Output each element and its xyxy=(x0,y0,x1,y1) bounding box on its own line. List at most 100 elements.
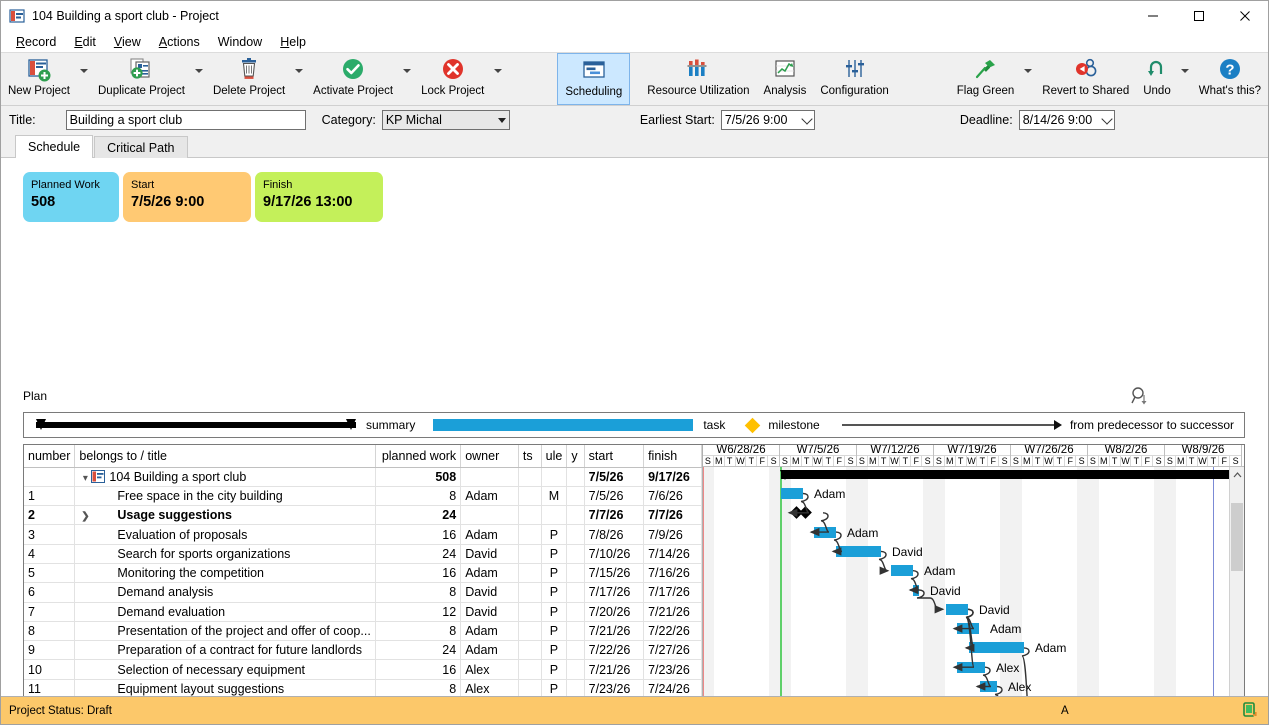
table-row[interactable]: 6Demand analysis8DavidP7/17/267/17/26 xyxy=(24,583,702,602)
lock-project-dropdown[interactable] xyxy=(491,53,505,105)
table-row[interactable]: 11Equipment layout suggestions8AlexP7/23… xyxy=(24,679,702,696)
menu-item-edit[interactable]: Edit xyxy=(65,33,105,51)
col-number[interactable]: number xyxy=(24,445,75,467)
cell-start: 7/7/26 xyxy=(584,506,643,525)
tab-critical-path[interactable]: Critical Path xyxy=(94,136,187,158)
gantt-week-column: W6/28/26SMTWTFS xyxy=(703,445,780,466)
col-status[interactable]: ts xyxy=(518,445,541,467)
kpi-finish-title: Finish xyxy=(263,179,375,192)
gantt-bars-area[interactable]: AdamAdamDavidAdamDavidDavidAdamAdamAlexA… xyxy=(703,467,1229,696)
duplicate-project-dropdown[interactable] xyxy=(192,53,206,105)
cell-title: Demand analysis xyxy=(75,583,375,602)
deadline-select[interactable]: 8/14/26 9:00 xyxy=(1019,110,1115,130)
row-title-text: Search for sports organizations xyxy=(117,547,290,561)
table-row-summary[interactable]: ▾104 Building a sport club5087/5/269/17/… xyxy=(24,467,702,486)
cell-status xyxy=(518,486,541,505)
menu-item-view[interactable]: View xyxy=(105,33,150,51)
zoom-out-icon[interactable] xyxy=(1130,386,1150,406)
col-owner[interactable]: owner xyxy=(461,445,519,467)
expand-toggle-icon[interactable]: ❯ xyxy=(79,511,91,522)
category-select[interactable]: KP Michal xyxy=(382,110,510,130)
table-row[interactable]: 4Search for sports organizations24DavidP… xyxy=(24,544,702,563)
gantt-day-label: T xyxy=(1187,456,1198,466)
monitor-icon[interactable] xyxy=(1242,702,1258,720)
table-row[interactable]: 7Demand evaluation12DavidP7/20/267/21/26 xyxy=(24,602,702,621)
title-bar: 104 Building a sport club - Project xyxy=(1,1,1268,31)
cell-title: Evaluation of proposals xyxy=(75,525,375,544)
activate-project-button[interactable]: Activate Project xyxy=(306,53,400,105)
col-priority[interactable]: y xyxy=(567,445,584,467)
scheduling-button[interactable]: Scheduling xyxy=(557,53,630,105)
kpi-start-title: Start xyxy=(131,179,243,192)
table-row[interactable]: 5Monitoring the competition16AdamP7/15/2… xyxy=(24,563,702,582)
cell-status xyxy=(518,544,541,563)
gantt-vertical-scrollbar[interactable] xyxy=(1229,467,1244,696)
earliest-start-select[interactable]: 7/5/26 9:00 xyxy=(721,110,815,130)
title-input[interactable] xyxy=(66,110,306,130)
minimize-button[interactable] xyxy=(1130,1,1176,31)
cell-finish: 7/21/26 xyxy=(644,602,702,621)
table-row[interactable]: 10Selection of necessary equipment16Alex… xyxy=(24,660,702,679)
expand-toggle-icon[interactable]: ▾ xyxy=(79,473,91,484)
analysis-button[interactable]: Analysis xyxy=(757,53,814,105)
duplicate-project-button[interactable]: Duplicate Project xyxy=(91,53,192,105)
revert-to-shared-button[interactable]: Revert to Shared xyxy=(1035,53,1136,105)
table-row[interactable]: 2❯Usage suggestions247/7/267/7/26 xyxy=(24,506,702,525)
resource-utilization-button[interactable]: Resource Utilization xyxy=(640,53,756,105)
scheduling-label: Scheduling xyxy=(565,85,622,99)
whats-this-button[interactable]: ? What's this? xyxy=(1192,53,1268,105)
ribbon-toolbar: New Project Duplicate Project xyxy=(1,52,1268,106)
cell-priority xyxy=(567,563,584,582)
scroll-up-arrow[interactable] xyxy=(1230,467,1244,482)
chevron-down-icon xyxy=(801,113,812,124)
col-rule[interactable]: ule xyxy=(541,445,567,467)
configuration-button[interactable]: Configuration xyxy=(813,53,895,105)
scrollbar-thumb[interactable] xyxy=(1231,503,1243,571)
menu-item-record[interactable]: RRecordecord xyxy=(7,33,65,51)
resource-utilization-icon xyxy=(685,56,711,84)
gantt-day-label: M xyxy=(868,456,879,466)
undo-dropdown[interactable] xyxy=(1178,53,1192,105)
flag-green-button[interactable]: Flag Green xyxy=(950,53,1022,105)
cell-number xyxy=(24,467,75,486)
cell-finish: 7/6/26 xyxy=(644,486,702,505)
status-bar: Project Status: Draft A xyxy=(1,696,1268,724)
task-bar-swatch xyxy=(433,419,693,431)
menu-item-window[interactable]: Window xyxy=(209,33,271,51)
cell-priority xyxy=(567,467,584,486)
menu-item-actions[interactable]: Actions xyxy=(150,33,209,51)
delete-project-dropdown[interactable] xyxy=(292,53,306,105)
col-title[interactable]: belongs to / title xyxy=(75,445,375,467)
cell-planned-work: 24 xyxy=(375,544,460,563)
col-finish[interactable]: finish xyxy=(644,445,702,467)
gantt-day-label: S xyxy=(768,456,779,466)
table-row[interactable]: 3Evaluation of proposals16AdamP7/8/267/9… xyxy=(24,525,702,544)
table-row[interactable]: 9Preparation of a contract for future la… xyxy=(24,641,702,660)
flag-green-dropdown[interactable] xyxy=(1021,53,1035,105)
summary-bar-swatch xyxy=(36,419,356,431)
revert-to-shared-icon xyxy=(1073,56,1099,84)
table-row[interactable]: 1Free space in the city building8AdamM7/… xyxy=(24,486,702,505)
table-row[interactable]: 8Presentation of the project and offer o… xyxy=(24,621,702,640)
lock-project-button[interactable]: Lock Project xyxy=(414,53,491,105)
activate-project-dropdown[interactable] xyxy=(400,53,414,105)
delete-project-button[interactable]: Delete Project xyxy=(206,53,292,105)
menu-item-help[interactable]: Help xyxy=(271,33,315,51)
maximize-button[interactable] xyxy=(1176,1,1222,31)
cell-planned-work: 16 xyxy=(375,563,460,582)
undo-button[interactable]: Undo xyxy=(1136,53,1178,105)
col-planned-work[interactable]: planned work xyxy=(375,445,460,467)
deadline-value: 8/14/26 9:00 xyxy=(1023,111,1095,129)
cell-title: ▾104 Building a sport club xyxy=(75,467,375,486)
undo-icon xyxy=(1144,56,1170,84)
tab-schedule[interactable]: Schedule xyxy=(15,135,93,158)
cell-planned-work: 12 xyxy=(375,602,460,621)
title-label: Title: xyxy=(9,113,36,127)
new-project-dropdown[interactable] xyxy=(77,53,91,105)
gantt-day-label: S xyxy=(999,456,1010,466)
gantt-day-label: T xyxy=(1033,456,1044,466)
new-project-button[interactable]: New Project xyxy=(1,53,77,105)
close-button[interactable] xyxy=(1222,1,1268,31)
col-start[interactable]: start xyxy=(584,445,643,467)
cell-number: 5 xyxy=(24,563,75,582)
